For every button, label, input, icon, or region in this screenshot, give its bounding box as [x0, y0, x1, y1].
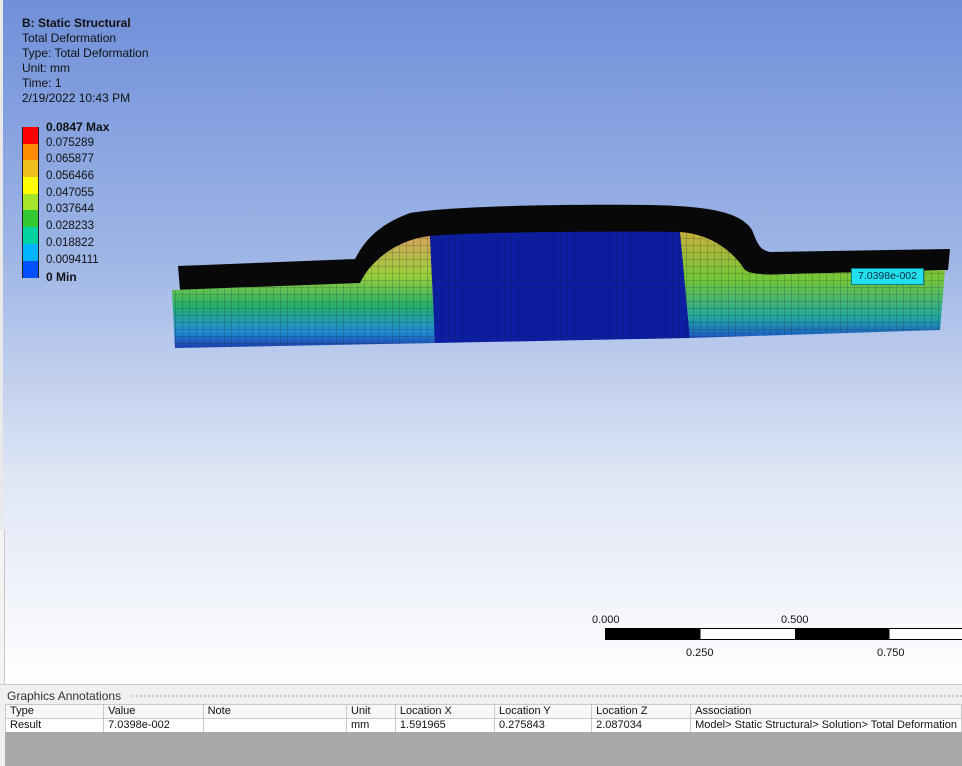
annotations-title-text: Graphics Annotations [7, 689, 126, 703]
panel-empty-area [5, 732, 962, 766]
annotations-table: Type Value Note Unit Location X Location… [4, 704, 962, 733]
cell-location-y[interactable]: 0.275843 [493, 718, 593, 733]
graphics-viewport[interactable]: B: Static Structural Total Deformation T… [0, 0, 962, 684]
scale-label-mid: 0.500 [781, 614, 809, 626]
table-row[interactable]: Result 7.0398e-002 mm 1.591965 0.275843 … [4, 718, 962, 733]
graphics-annotations-panel: Graphics Annotations Type Value Note Uni… [0, 684, 962, 766]
annotations-panel-title: Graphics Annotations [7, 687, 962, 705]
cell-type[interactable]: Result [4, 718, 105, 733]
column-header-location-z[interactable]: Location Z [591, 704, 692, 719]
column-header-location-x[interactable]: Location X [394, 704, 495, 719]
column-header-type[interactable]: Type [4, 704, 105, 719]
cell-value[interactable]: 7.0398e-002 [103, 718, 204, 733]
scale-label-three-quarter: 0.750 [877, 647, 905, 659]
table-header-row: Type Value Note Unit Location X Location… [4, 704, 962, 719]
column-header-unit[interactable]: Unit [345, 704, 396, 719]
cell-location-z[interactable]: 2.087034 [591, 718, 692, 733]
deformed-model-mesh[interactable] [0, 0, 962, 684]
column-header-note[interactable]: Note [202, 704, 347, 719]
cell-unit[interactable]: mm [345, 718, 396, 733]
cell-location-x[interactable]: 1.591965 [394, 718, 495, 733]
mesh-side-grid [172, 231, 945, 348]
scale-ruler-bar [605, 628, 962, 640]
column-header-location-y[interactable]: Location Y [493, 704, 593, 719]
column-header-value[interactable]: Value [103, 704, 204, 719]
scale-label-quarter: 0.250 [686, 647, 714, 659]
column-header-association[interactable]: Association [690, 704, 962, 719]
cell-note[interactable] [202, 718, 347, 733]
probe-annotation-label[interactable]: 7.0398e-002 [851, 268, 924, 285]
cell-association[interactable]: Model> Static Structural> Solution> Tota… [690, 718, 962, 733]
scale-label-start: 0.000 [592, 614, 620, 626]
